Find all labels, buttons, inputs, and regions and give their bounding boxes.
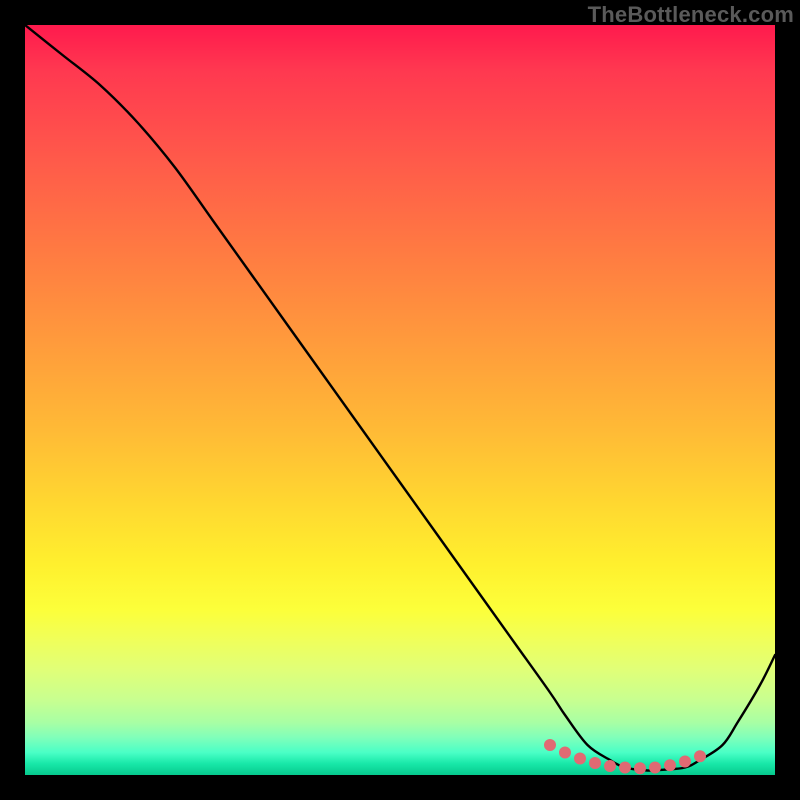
- highlight-dot: [679, 756, 691, 768]
- highlight-dot: [604, 760, 616, 772]
- highlight-dot: [544, 739, 556, 751]
- highlight-dot: [634, 762, 646, 774]
- bottleneck-curve: [25, 25, 775, 771]
- highlight-dot: [664, 759, 676, 771]
- highlight-dot: [574, 753, 586, 765]
- curve-layer: [25, 25, 775, 775]
- highlight-dot: [649, 762, 661, 774]
- highlight-dot: [694, 750, 706, 762]
- chart-frame: TheBottleneck.com: [0, 0, 800, 800]
- plot-area: [25, 25, 775, 775]
- watermark-text: TheBottleneck.com: [588, 2, 794, 28]
- highlight-dot: [559, 747, 571, 759]
- highlight-dot: [619, 762, 631, 774]
- highlight-dot: [589, 757, 601, 769]
